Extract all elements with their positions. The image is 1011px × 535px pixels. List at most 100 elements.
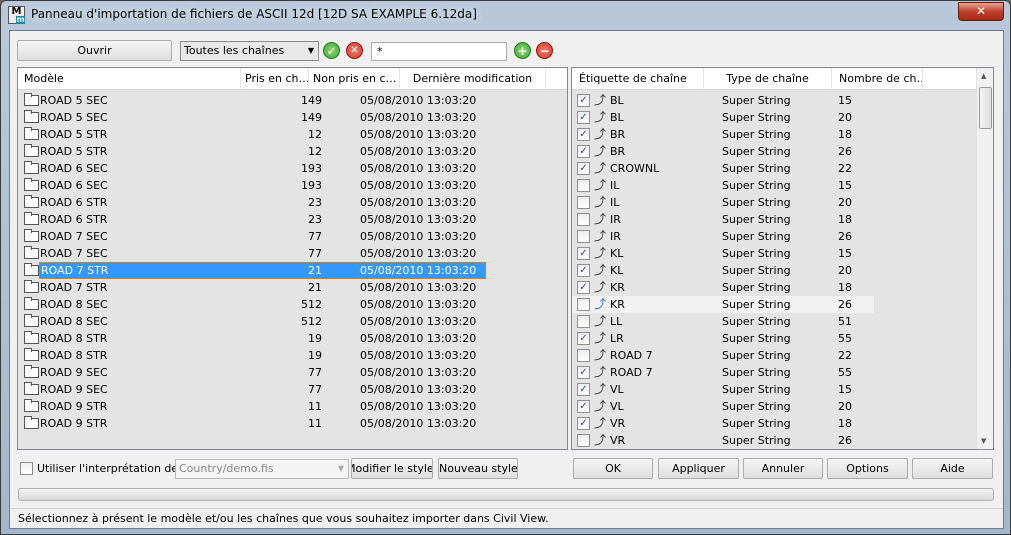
string-row[interactable]: ✓ ⤴ VL Super String 15 <box>572 381 874 398</box>
string-row[interactable]: ✓ ⤴ BR Super String 26 <box>572 143 874 160</box>
model-row[interactable]: ROAD 6 STR 23 05/08/2010 13:03:20 <box>18 211 567 228</box>
string-row[interactable]: ⤴ LL Super String 51 <box>572 313 874 330</box>
model-row[interactable]: ROAD 7 SEC 77 05/08/2010 13:03:20 <box>18 228 567 245</box>
new-style-button[interactable]: Nouveau style... <box>438 458 518 479</box>
string-row[interactable]: ⤴ IL Super String 15 <box>572 177 874 194</box>
model-taken: 12 <box>308 145 322 158</box>
folder-icon <box>24 195 39 208</box>
model-row[interactable]: ROAD 9 STR 11 05/08/2010 13:03:20 <box>18 415 567 432</box>
model-row[interactable]: ROAD 9 SEC 77 05/08/2010 13:03:20 <box>18 381 567 398</box>
model-taken: 193 <box>301 162 322 175</box>
model-row[interactable]: ROAD 6 SEC 193 05/08/2010 13:03:20 <box>18 177 567 194</box>
modify-style-button[interactable]: Modifier le style.. <box>351 458 433 479</box>
model-taken: 512 <box>301 315 322 328</box>
string-checkbox[interactable]: ✓ <box>577 281 590 294</box>
strings-scrollbar[interactable]: ▲ ▼ <box>976 68 993 449</box>
string-checkbox[interactable]: ✓ <box>577 383 590 396</box>
string-checkbox[interactable]: ✓ <box>577 111 590 124</box>
col-model[interactable]: Modèle <box>18 68 241 90</box>
model-row[interactable]: ROAD 8 SEC 512 05/08/2010 13:03:20 <box>18 296 567 313</box>
scroll-up-icon[interactable]: ▲ <box>981 72 986 80</box>
model-row[interactable]: ROAD 7 STR 21 05/08/2010 13:03:20 <box>18 262 567 279</box>
ok-button[interactable]: OK <box>573 458 653 479</box>
string-row[interactable]: ✓ ⤴ ROAD 7 Super String 55 <box>572 364 874 381</box>
string-checkbox[interactable]: ✓ <box>577 400 590 413</box>
model-row[interactable]: ROAD 5 STR 12 05/08/2010 13:03:20 <box>18 126 567 143</box>
model-row[interactable]: ROAD 5 SEC 149 05/08/2010 13:03:20 <box>18 109 567 126</box>
string-row[interactable]: ⤴ IL Super String 20 <box>572 194 874 211</box>
model-row[interactable]: ROAD 8 STR 19 05/08/2010 13:03:20 <box>18 330 567 347</box>
help-button[interactable]: Aide <box>912 458 993 479</box>
string-checkbox[interactable]: ✓ <box>577 366 590 379</box>
col-string-count[interactable]: Nombre de ch… <box>832 68 923 90</box>
remove-pattern-icon[interactable]: − <box>536 42 553 59</box>
string-row[interactable]: ⤴ KR Super String 26 <box>572 296 874 313</box>
model-row[interactable]: ROAD 6 SEC 193 05/08/2010 13:03:20 <box>18 160 567 177</box>
string-row[interactable]: ✓ ⤴ BL Super String 20 <box>572 109 874 126</box>
string-count: 15 <box>838 247 852 260</box>
model-row[interactable]: ROAD 7 SEC 77 05/08/2010 13:03:20 <box>18 245 567 262</box>
string-row[interactable]: ✓ ⤴ LR Super String 55 <box>572 330 874 347</box>
string-row[interactable]: ⤴ VR Super String 26 <box>572 432 874 449</box>
string-row[interactable]: ✓ ⤴ BL Super String 15 <box>572 92 874 109</box>
string-type: Super String <box>722 383 791 396</box>
string-checkbox[interactable]: ✓ <box>577 417 590 430</box>
model-row[interactable]: ROAD 8 SEC 512 05/08/2010 13:03:20 <box>18 313 567 330</box>
col-string-type[interactable]: Type de chaîne <box>704 68 832 90</box>
scroll-down-icon[interactable]: ▼ <box>981 437 986 445</box>
string-checkbox[interactable] <box>577 315 590 328</box>
options-button[interactable]: Options <box>827 458 908 479</box>
string-checkbox[interactable] <box>577 230 590 243</box>
open-button[interactable]: Ouvrir <box>17 40 172 61</box>
string-row[interactable]: ✓ ⤴ KR Super String 18 <box>572 279 874 296</box>
string-checkbox[interactable]: ✓ <box>577 128 590 141</box>
col-not-taken[interactable]: Non pris en c… <box>309 68 400 90</box>
close-button[interactable]: ✕ <box>958 2 1004 21</box>
string-checkbox[interactable] <box>577 349 590 362</box>
string-row[interactable]: ✓ ⤴ CROWNL Super String 22 <box>572 160 874 177</box>
string-checkbox[interactable] <box>577 213 590 226</box>
model-row[interactable]: ROAD 9 STR 11 05/08/2010 13:03:20 <box>18 398 567 415</box>
check-all-icon[interactable]: ✓ <box>323 42 340 59</box>
string-row[interactable]: ⤴ IR Super String 18 <box>572 211 874 228</box>
string-checkbox[interactable]: ✓ <box>577 247 590 260</box>
model-row[interactable]: ROAD 7 STR 21 05/08/2010 13:03:20 <box>18 279 567 296</box>
string-row[interactable]: ✓ ⤴ BR Super String 18 <box>572 126 874 143</box>
pattern-input[interactable]: * <box>371 42 507 61</box>
add-pattern-icon[interactable]: + <box>514 42 531 59</box>
string-row[interactable]: ✓ ⤴ KL Super String 15 <box>572 245 874 262</box>
string-row[interactable]: ✓ ⤴ VL Super String 20 <box>572 398 874 415</box>
col-last-modified[interactable]: Dernière modification <box>400 68 546 90</box>
title-bar[interactable]: Mm Panneau d'importation de fichiers de … <box>1 1 1010 29</box>
string-checkbox[interactable]: ✓ <box>577 145 590 158</box>
string-row[interactable]: ⤴ IR Super String 26 <box>572 228 874 245</box>
scroll-thumb[interactable] <box>979 87 992 129</box>
string-checkbox[interactable]: ✓ <box>577 162 590 175</box>
folder-icon <box>24 246 39 259</box>
string-row[interactable]: ✓ ⤴ VR Super String 18 <box>572 415 874 432</box>
col-string-label[interactable]: Étiquette de chaîne <box>572 68 704 90</box>
string-checkbox[interactable] <box>577 196 590 209</box>
string-checkbox[interactable]: ✓ <box>577 332 590 345</box>
model-row[interactable]: ROAD 9 SEC 77 05/08/2010 13:03:20 <box>18 364 567 381</box>
cancel-button[interactable]: Annuler <box>743 458 823 479</box>
string-checkbox[interactable]: ✓ <box>577 94 590 107</box>
string-checkbox[interactable] <box>577 298 590 311</box>
folder-icon <box>24 263 39 276</box>
string-row[interactable]: ⤴ ROAD 7 Super String 22 <box>572 347 874 364</box>
model-row[interactable]: ROAD 6 STR 23 05/08/2010 13:03:20 <box>18 194 567 211</box>
uncheck-all-icon[interactable]: ✕ <box>346 42 363 59</box>
col-taken[interactable]: Pris en ch… <box>241 68 309 90</box>
apply-button[interactable]: Appliquer <box>658 458 739 479</box>
use-interp-checkbox[interactable] <box>20 462 33 475</box>
model-row[interactable]: ROAD 5 STR 12 05/08/2010 13:03:20 <box>18 143 567 160</box>
string-filter-select[interactable]: Toutes les chaînes ▼ <box>180 41 319 61</box>
model-row[interactable]: ROAD 8 STR 19 05/08/2010 13:03:20 <box>18 347 567 364</box>
super-string-icon: ⤴ <box>594 280 607 294</box>
string-row[interactable]: ✓ ⤴ KL Super String 20 <box>572 262 874 279</box>
string-checkbox[interactable] <box>577 434 590 447</box>
style-file-select[interactable]: Country/demo.fis ▼ <box>175 459 349 479</box>
string-checkbox[interactable] <box>577 179 590 192</box>
model-row[interactable]: ROAD 5 SEC 149 05/08/2010 13:03:20 <box>18 92 567 109</box>
string-checkbox[interactable]: ✓ <box>577 264 590 277</box>
